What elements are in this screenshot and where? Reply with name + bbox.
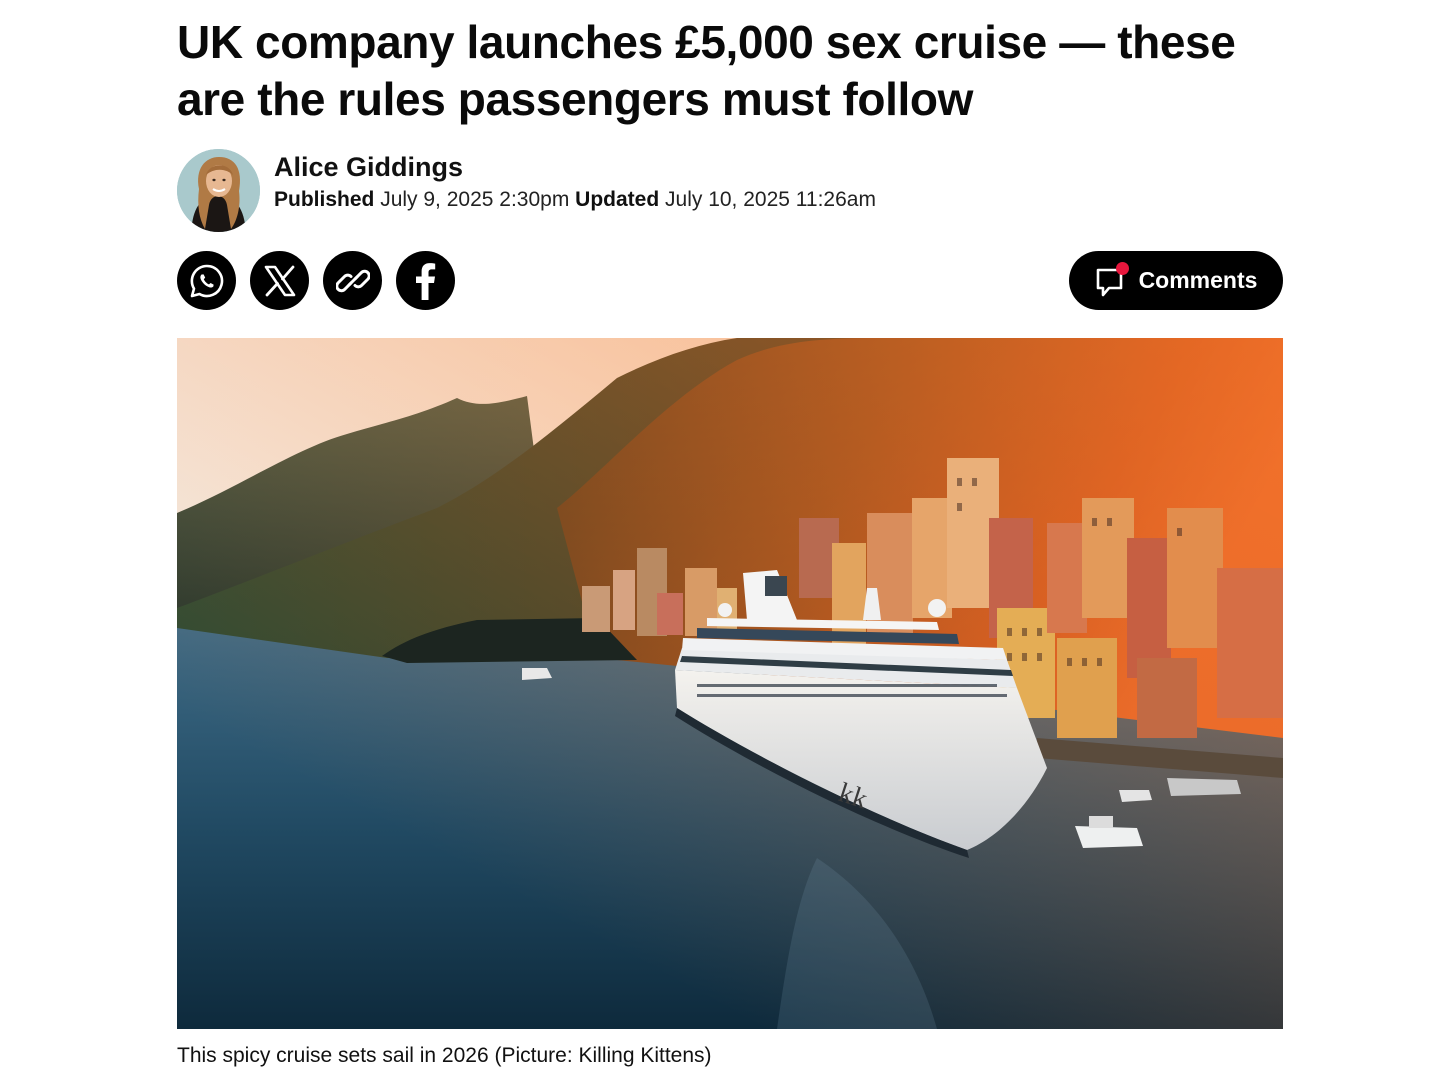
facebook-icon bbox=[415, 262, 435, 300]
x-icon bbox=[264, 265, 295, 296]
notification-badge bbox=[1115, 261, 1129, 275]
article-headline: UK company launches £5,000 sex cruise — … bbox=[177, 16, 1236, 125]
copy-link-button[interactable] bbox=[323, 251, 382, 310]
byline: Alice Giddings Published July 9, 2025 2:… bbox=[177, 148, 876, 232]
author-avatar[interactable] bbox=[177, 148, 260, 232]
x-share-button[interactable] bbox=[250, 251, 309, 310]
published-date: July 9, 2025 2:30pm bbox=[380, 188, 570, 211]
updated-date: July 10, 2025 11:26am bbox=[665, 188, 876, 211]
share-buttons bbox=[177, 251, 455, 310]
comments-label: Comments bbox=[1138, 267, 1258, 293]
publish-dates: Published July 9, 2025 2:30pm Updated Ju… bbox=[274, 186, 876, 214]
comment-icon bbox=[1095, 261, 1129, 298]
image-caption: This spicy cruise sets sail in 2026 (Pic… bbox=[177, 1044, 712, 1067]
facebook-share-button[interactable] bbox=[396, 251, 455, 310]
updated-label: Updated bbox=[575, 188, 660, 211]
whatsapp-share-button[interactable] bbox=[177, 251, 236, 310]
article-hero-image[interactable]: kk bbox=[177, 338, 1283, 1029]
link-icon bbox=[335, 269, 370, 292]
comments-button[interactable]: Comments bbox=[1069, 251, 1283, 310]
whatsapp-icon bbox=[190, 264, 223, 297]
published-label: Published bbox=[274, 188, 375, 211]
author-name[interactable]: Alice Giddings bbox=[274, 150, 876, 184]
